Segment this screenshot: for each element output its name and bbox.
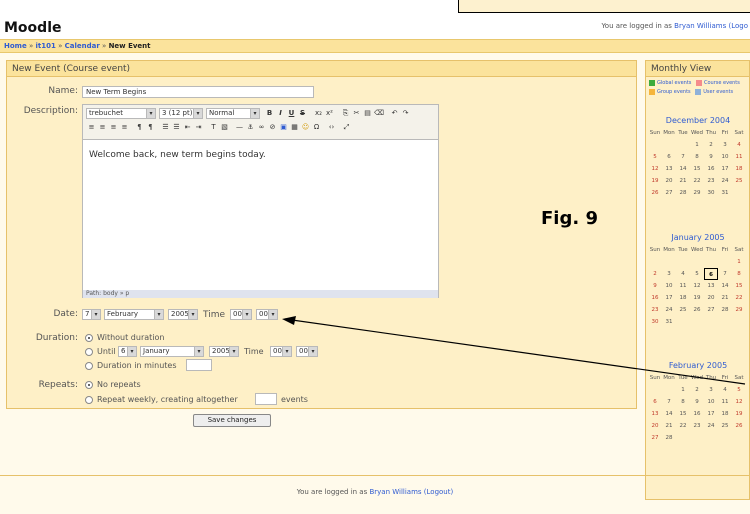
arrow-head [282,316,296,325]
footer-user-link[interactable]: Bryan Williams [369,488,421,496]
footer-prefix: You are logged in as [296,488,368,496]
footer-divider [0,475,750,476]
annotation-arrow [282,316,746,385]
footer-logout-link[interactable]: (Logout) [424,488,453,496]
footer: You are logged in as Bryan Williams (Log… [0,488,750,496]
arrow-line [284,318,746,385]
